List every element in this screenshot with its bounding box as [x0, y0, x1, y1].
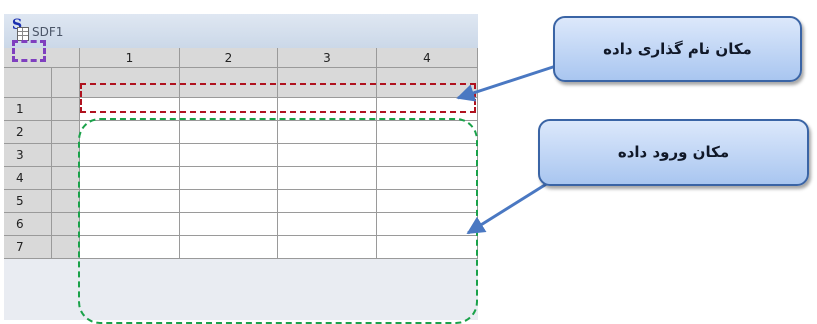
data-entry-callout: مکان ورود داده — [538, 119, 809, 186]
arrow-to-variable-region — [456, 64, 557, 102]
variable-name-callout: مکان نام گذاری داده — [553, 16, 802, 82]
arrow-to-data-region — [466, 176, 557, 235]
